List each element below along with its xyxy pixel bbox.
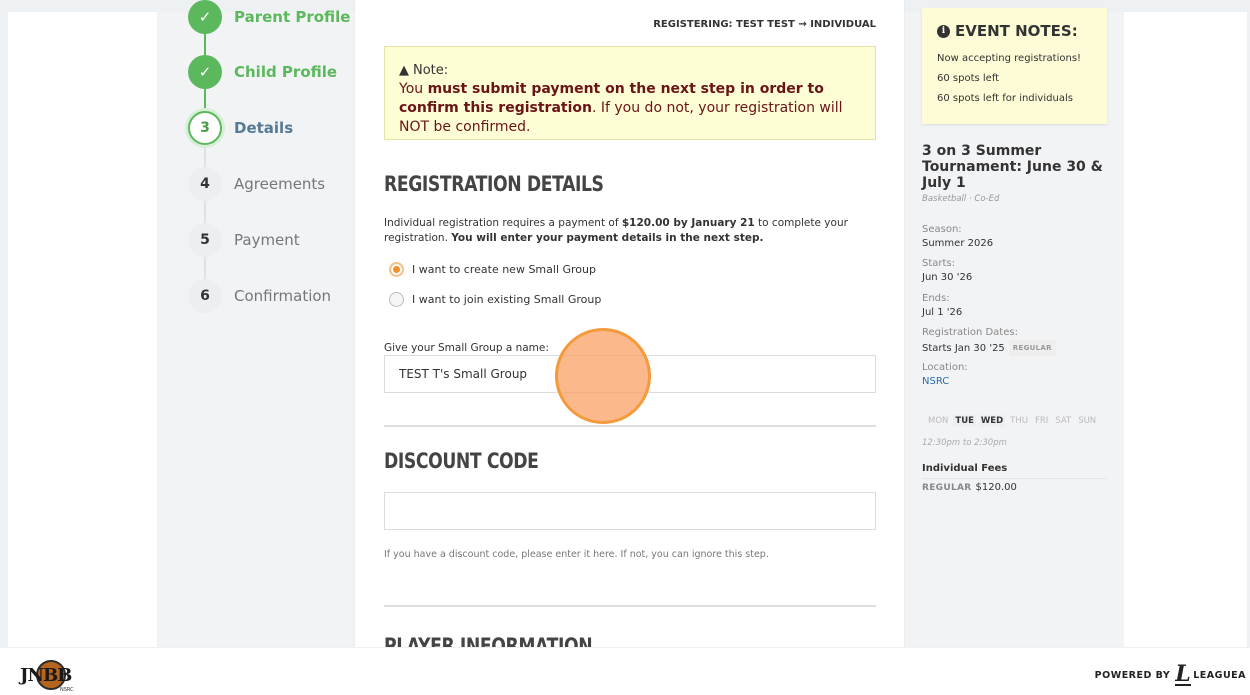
step-agreements: 4 Agreements — [188, 167, 325, 201]
step-label: Child Profile — [234, 63, 338, 81]
option-join-group[interactable]: I want to join existing Small Group — [389, 292, 601, 307]
registration-details-heading: REGISTRATION DETAILS — [384, 172, 604, 196]
step-parent-profile[interactable]: ✓ Parent Profile — [188, 0, 350, 34]
divider — [384, 605, 876, 607]
event-time: 12:30pm to 2:30pm — [922, 438, 1007, 448]
step-number: 5 — [188, 223, 222, 257]
registration-form-card: REGISTERING: TEST TEST → INDIVIDUAL ▲ No… — [355, 0, 904, 647]
season-info: Season: Summer 2026 — [922, 224, 994, 249]
jnbb-logo[interactable]: JNBB NSRC — [20, 660, 86, 693]
step-number: 4 — [188, 167, 222, 201]
radio-selected[interactable] — [389, 262, 404, 277]
registration-dates-info: Registration Dates: Starts Jan 30 '25 REG… — [922, 326, 1056, 356]
event-notes-title: EVENT NOTES: — [955, 22, 1078, 40]
registering-banner: REGISTERING: TEST TEST → INDIVIDUAL — [653, 19, 876, 30]
payment-note: ▲ Note: You must submit payment on the n… — [384, 46, 876, 140]
event-notes: i EVENT NOTES: Now accepting registratio… — [922, 8, 1107, 124]
location-link[interactable]: NSRC — [922, 376, 949, 387]
day-mon: MON — [928, 416, 949, 426]
day-tue: TUE — [953, 415, 976, 427]
info-icon: i — [937, 24, 950, 38]
location-info: Location: NSRC — [922, 362, 968, 387]
step-label: Agreements — [234, 175, 326, 193]
event-subtitle: Basketball · Co-Ed — [922, 194, 1000, 204]
step-label: Payment — [234, 231, 300, 249]
regular-badge: REGULAR — [1008, 340, 1056, 356]
discount-hint: If you have a discount code, please ente… — [384, 549, 769, 560]
fees-heading: Individual Fees — [922, 463, 1107, 479]
day-fri: FRI — [1034, 416, 1049, 426]
left-gutter — [0, 0, 8, 647]
step-label: Details — [234, 119, 294, 137]
day-thu: THU — [1010, 416, 1028, 426]
check-icon: ✓ — [188, 0, 222, 34]
step-number: 6 — [188, 279, 222, 313]
group-name-label: Give your Small Group a name: — [384, 342, 549, 354]
radio-unselected[interactable] — [389, 292, 404, 307]
warning-icon: ▲ — [399, 63, 409, 78]
leagueapps-icon: L — [1175, 661, 1192, 687]
step-details: 3 Details — [188, 111, 293, 145]
fee-row: REGULAR $120.00 — [922, 482, 1017, 493]
option-create-group[interactable]: I want to create new Small Group — [389, 262, 596, 277]
pointer-highlight — [555, 328, 651, 424]
day-sat: SAT — [1055, 416, 1072, 426]
event-note: Now accepting registrations! — [937, 53, 1082, 64]
powered-by[interactable]: POWERED BY L LEAGUEA — [1095, 661, 1246, 687]
step-child-profile[interactable]: ✓ Child Profile — [188, 55, 337, 89]
discount-code-input[interactable] — [384, 492, 876, 530]
registration-steps: ✓ Parent Profile ✓ Child Profile 3 Detai… — [180, 0, 355, 320]
ends-info: Ends: Jul 1 '26 — [922, 293, 963, 318]
player-information-heading: PLAYER INFORMATION — [384, 634, 593, 647]
step-number: 3 — [188, 111, 222, 145]
step-label: Parent Profile — [234, 8, 351, 26]
registration-description: Individual registration requires a payme… — [384, 217, 848, 244]
event-note: 60 spots left for individuals — [937, 93, 1073, 104]
starts-info: Starts: Jun 30 '26 — [922, 258, 973, 283]
weekday-list: MON TUE WED THU FRI SAT SUN — [926, 415, 1098, 427]
step-label: Confirmation — [234, 287, 332, 305]
check-icon: ✓ — [188, 55, 222, 89]
discount-code-heading: DISCOUNT CODE — [384, 449, 539, 473]
note-body: You must submit payment on the next step… — [399, 81, 843, 135]
step-payment: 5 Payment — [188, 223, 300, 257]
note-title: Note: — [413, 63, 449, 78]
event-note: 60 spots left — [937, 73, 1000, 84]
footer: JNBB NSRC POWERED BY L LEAGUEA — [0, 647, 1250, 695]
day-sun: SUN — [1078, 416, 1097, 426]
day-wed: WED — [978, 415, 1006, 427]
event-title: 3 on 3 Summer Tournament: June 30 & July… — [922, 143, 1103, 191]
divider — [384, 425, 876, 427]
step-confirmation: 6 Confirmation — [188, 279, 331, 313]
